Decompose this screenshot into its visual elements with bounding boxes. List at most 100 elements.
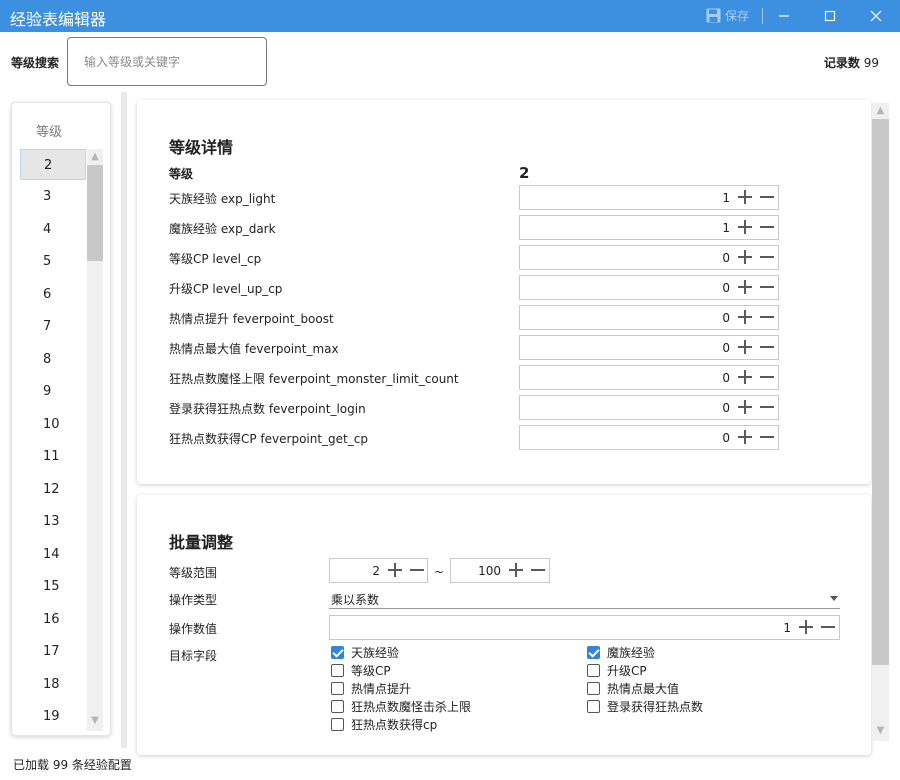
minus-icon[interactable] <box>760 376 774 378</box>
checkbox-icon[interactable] <box>587 646 600 659</box>
feverpoint-max-stepper[interactable]: 0 <box>519 335 779 360</box>
minus-icon[interactable] <box>760 256 774 258</box>
minus-icon[interactable] <box>760 346 774 348</box>
stepper-value[interactable]: 1 <box>520 191 730 205</box>
checkbox-icon[interactable] <box>331 700 344 713</box>
level-list-item[interactable]: 7 <box>20 311 86 342</box>
range-from-stepper[interactable]: 2 <box>329 558 428 583</box>
scroll-up-icon[interactable]: ▲ <box>872 103 889 119</box>
level-list-item[interactable]: 8 <box>20 344 86 375</box>
scroll-up-icon[interactable]: ▲ <box>87 149 103 165</box>
scroll-down-icon[interactable]: ▼ <box>872 723 889 739</box>
main-scroll-thumb[interactable] <box>872 119 889 665</box>
checkbox-icon[interactable] <box>587 682 600 695</box>
level-list-scroll-thumb[interactable] <box>87 165 103 261</box>
target-checkbox-feverpoint-boost[interactable]: 热情点提升 <box>331 680 411 697</box>
plus-icon[interactable] <box>738 400 752 414</box>
level-list-scrollbar[interactable]: ▲ ▼ <box>87 149 103 731</box>
level-list-item[interactable]: 13 <box>20 506 86 537</box>
minimize-button[interactable] <box>762 0 806 32</box>
main-scrollbar[interactable]: ▲ ▼ <box>872 103 889 741</box>
level-list-item[interactable]: 11 <box>20 441 86 472</box>
range-to-stepper[interactable]: 100 <box>450 558 550 583</box>
level-list-item[interactable]: 17 <box>20 636 86 667</box>
plus-icon[interactable] <box>738 370 752 384</box>
stepper-value[interactable]: 1 <box>520 221 730 235</box>
level-list-item[interactable]: 5 <box>20 246 86 277</box>
level-list-item[interactable]: 12 <box>20 474 86 505</box>
search-box[interactable] <box>67 37 267 86</box>
exp-light-stepper[interactable]: 1 <box>519 185 779 210</box>
maximize-button[interactable] <box>808 0 852 32</box>
target-checkbox-level-cp[interactable]: 等级CP <box>331 662 391 679</box>
stepper-value[interactable]: 1 <box>330 621 791 635</box>
feverpoint-monster-limit-stepper[interactable]: 0 <box>519 365 779 390</box>
stepper-value[interactable]: 0 <box>520 281 730 295</box>
stepper-value[interactable]: 0 <box>520 251 730 265</box>
plus-icon[interactable] <box>799 620 813 634</box>
level-list-item[interactable]: 18 <box>20 669 86 700</box>
checkbox-icon[interactable] <box>331 718 344 731</box>
feverpoint-get-cp-stepper[interactable]: 0 <box>519 425 779 450</box>
stepper-value[interactable]: 0 <box>520 371 730 385</box>
target-checkbox-feverpoint-get-cp[interactable]: 狂热点数获得cp <box>331 716 437 733</box>
target-checkbox-level-up-cp[interactable]: 升级CP <box>587 662 647 679</box>
level-list-item[interactable]: 15 <box>20 571 86 602</box>
checkbox-icon[interactable] <box>587 664 600 677</box>
chevron-down-icon[interactable] <box>830 596 838 601</box>
minus-icon[interactable] <box>760 406 774 408</box>
exp-dark-stepper[interactable]: 1 <box>519 215 779 240</box>
minus-icon[interactable] <box>760 196 774 198</box>
stepper-value[interactable]: 0 <box>520 341 730 355</box>
level-list-item[interactable]: 9 <box>20 376 86 407</box>
plus-icon[interactable] <box>509 563 523 577</box>
plus-icon[interactable] <box>738 250 752 264</box>
level-list-item[interactable]: 19 <box>20 701 86 732</box>
level-list-item[interactable]: 2 <box>20 149 86 180</box>
level-up-cp-stepper[interactable]: 0 <box>519 275 779 300</box>
close-button[interactable] <box>854 0 898 32</box>
minus-icon[interactable] <box>760 436 774 438</box>
plus-icon[interactable] <box>388 563 402 577</box>
op-type-value[interactable]: 乘以系数 <box>331 591 379 608</box>
plus-icon[interactable] <box>738 190 752 204</box>
level-list-item[interactable]: 16 <box>20 604 86 635</box>
plus-icon[interactable] <box>738 280 752 294</box>
level-list-item[interactable]: 14 <box>20 539 86 570</box>
minus-icon[interactable] <box>760 286 774 288</box>
minus-icon[interactable] <box>760 226 774 228</box>
level-cp-stepper[interactable]: 0 <box>519 245 779 270</box>
target-checkbox-feverpoint-login[interactable]: 登录获得狂热点数 <box>587 698 703 715</box>
feverpoint-boost-stepper[interactable]: 0 <box>519 305 779 330</box>
level-list-item[interactable]: 4 <box>20 214 86 245</box>
target-checkbox-exp-light[interactable]: 天族经验 <box>331 644 399 661</box>
plus-icon[interactable] <box>738 310 752 324</box>
target-checkbox-monster-limit[interactable]: 狂热点数魔怪击杀上限 <box>331 698 471 715</box>
minus-icon[interactable] <box>410 569 424 571</box>
level-list-item[interactable]: 3 <box>20 181 86 212</box>
stepper-value[interactable]: 0 <box>520 311 730 325</box>
search-input[interactable] <box>84 54 250 69</box>
op-value-stepper[interactable]: 1 <box>329 615 840 640</box>
plus-icon[interactable] <box>738 430 752 444</box>
plus-icon[interactable] <box>738 220 752 234</box>
checkbox-icon[interactable] <box>587 700 600 713</box>
checkbox-icon[interactable] <box>331 682 344 695</box>
stepper-value[interactable]: 2 <box>330 564 380 578</box>
minus-icon[interactable] <box>760 316 774 318</box>
target-checkbox-feverpoint-max[interactable]: 热情点最大值 <box>587 680 679 697</box>
panel-splitter[interactable] <box>121 92 127 748</box>
minus-icon[interactable] <box>821 626 835 628</box>
checkbox-icon[interactable] <box>331 646 344 659</box>
stepper-value[interactable]: 0 <box>520 431 730 445</box>
save-button[interactable]: 保存 <box>706 7 749 24</box>
level-list-item[interactable]: 6 <box>20 279 86 310</box>
plus-icon[interactable] <box>738 340 752 354</box>
checkbox-icon[interactable] <box>331 664 344 677</box>
target-checkbox-exp-dark[interactable]: 魔族经验 <box>587 644 655 661</box>
scroll-down-icon[interactable]: ▼ <box>87 713 103 729</box>
stepper-value[interactable]: 100 <box>451 564 501 578</box>
feverpoint-login-stepper[interactable]: 0 <box>519 395 779 420</box>
level-list-item[interactable]: 10 <box>20 409 86 440</box>
op-type-select[interactable]: 乘以系数 <box>329 589 840 609</box>
